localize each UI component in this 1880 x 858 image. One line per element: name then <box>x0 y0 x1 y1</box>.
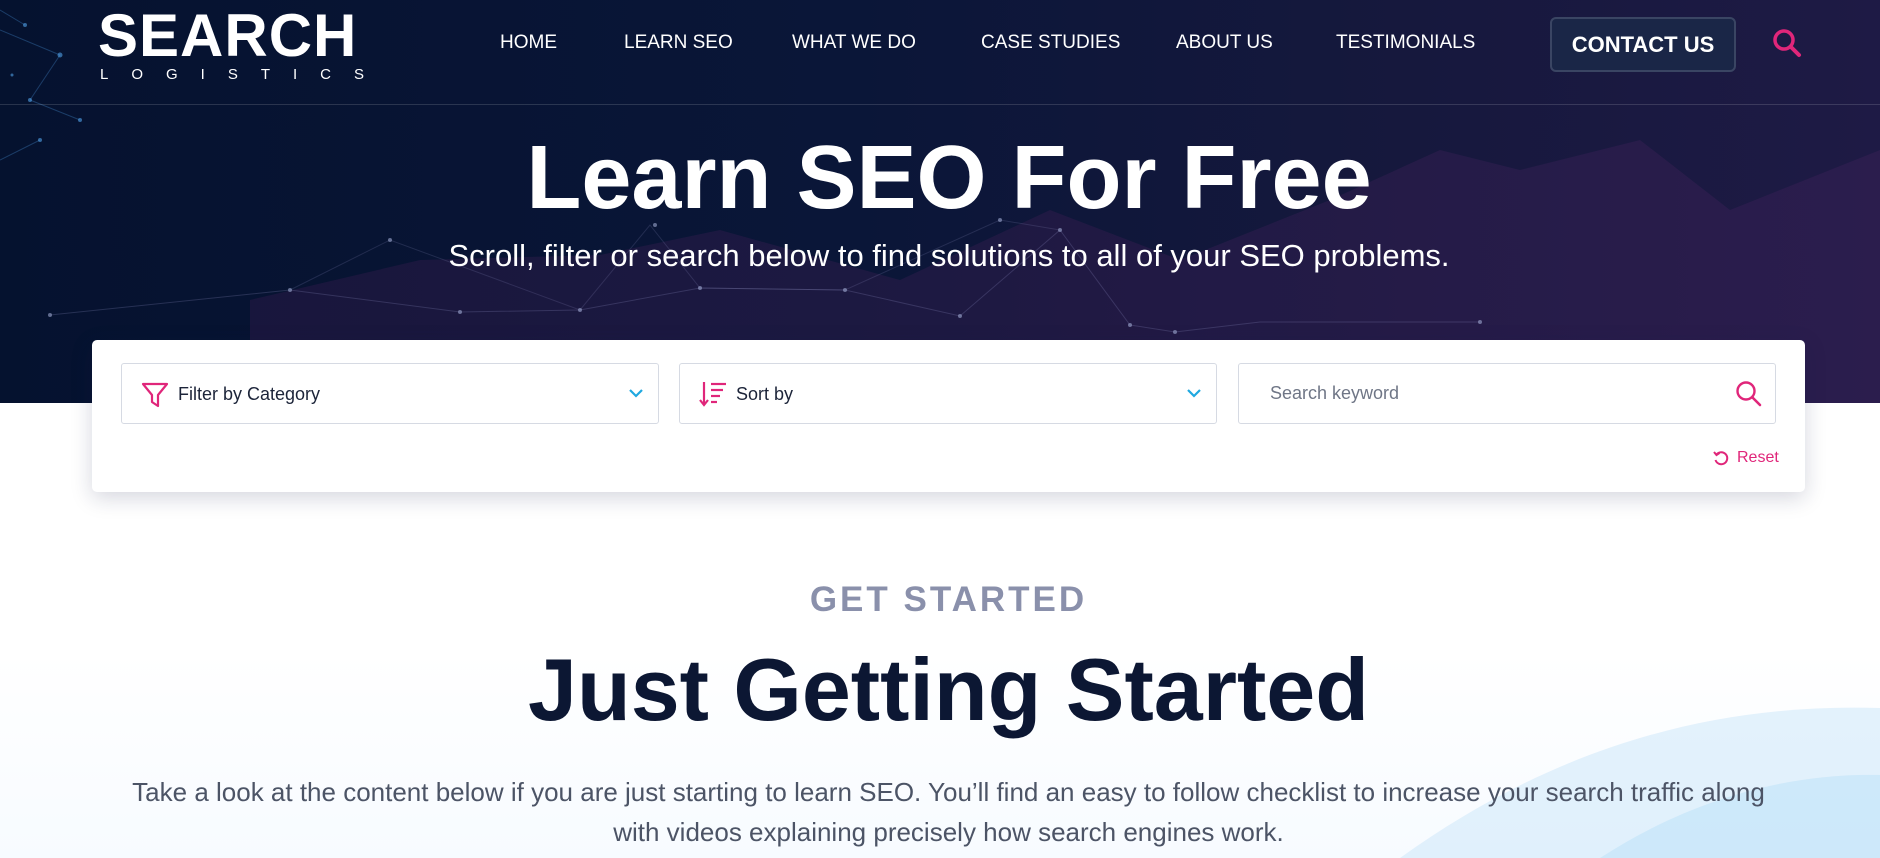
section-eyebrow: GET STARTED <box>809 580 1088 619</box>
category-filter-label: Filter by Category <box>178 384 321 404</box>
sort-label: Sort by <box>736 384 794 404</box>
nav-item-testimonials[interactable]: TESTIMONIALS <box>1336 28 1475 58</box>
filter-icon <box>141 382 169 408</box>
search-logistics-logo[interactable]: SEARCH LOGISTICS <box>98 4 378 84</box>
logo-subtext: LOGISTICS <box>100 66 388 83</box>
chevron-down-icon <box>1187 389 1201 398</box>
page-subtitle: Scroll, filter or search below to find s… <box>448 238 1450 273</box>
logo-wordmark: SEARCH <box>98 2 358 69</box>
search-icon[interactable] <box>1735 380 1763 408</box>
search-input[interactable] <box>1240 365 1700 422</box>
keyword-search-field[interactable] <box>1238 363 1776 424</box>
nav-item-what-we-do[interactable]: WHAT WE DO <box>792 28 916 58</box>
search-icon[interactable] <box>1772 28 1802 58</box>
sort-dropdown[interactable]: Sort by <box>679 363 1217 424</box>
section-description: Take a look at the content below if you … <box>132 777 1765 847</box>
nav-item-home[interactable]: HOME <box>500 28 557 58</box>
nav-item-about-us[interactable]: ABOUT US <box>1176 28 1273 58</box>
category-filter-dropdown[interactable]: Filter by Category <box>121 363 659 424</box>
reset-label: Reset <box>1737 449 1779 466</box>
site-header: SEARCH LOGISTICS HOME LEARN SEO WHAT WE … <box>0 0 1880 105</box>
page-title: Learn SEO For Free <box>526 128 1372 228</box>
filter-panel: Filter by Category Sort by Reset <box>92 340 1805 492</box>
contact-us-button[interactable]: CONTACT US <box>1550 17 1736 72</box>
chevron-down-icon <box>629 389 643 398</box>
nav-item-learn-seo[interactable]: LEARN SEO <box>624 28 733 58</box>
nav-item-case-studies[interactable]: CASE STUDIES <box>981 28 1120 58</box>
reset-icon <box>1713 451 1729 466</box>
sort-icon <box>699 382 726 407</box>
section-title: Just Getting Started <box>528 640 1369 739</box>
